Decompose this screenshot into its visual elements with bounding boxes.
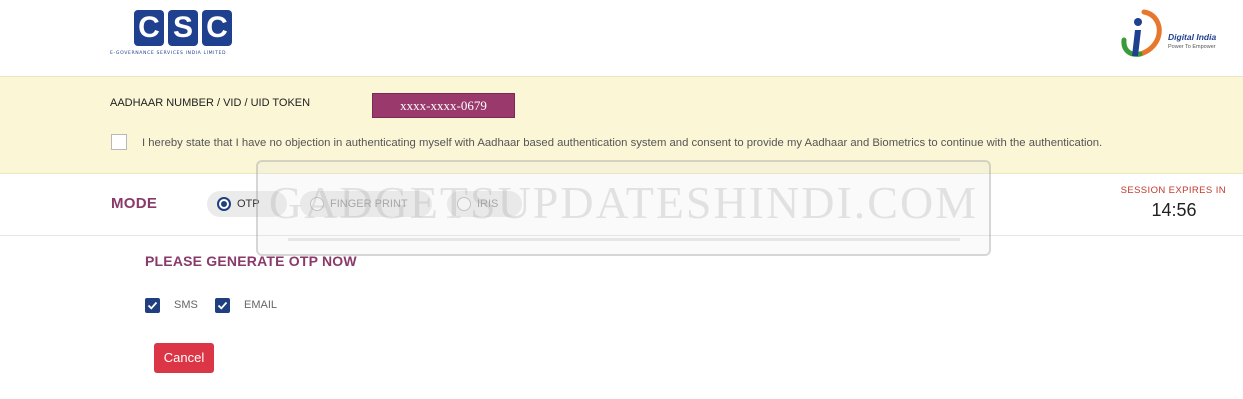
otp-heading: PLEASE GENERATE OTP NOW — [145, 253, 357, 269]
radio-selected-icon[interactable] — [217, 197, 231, 211]
mode-option-fingerprint[interactable]: FINGER PRINT — [300, 191, 432, 217]
email-label: EMAIL — [244, 299, 278, 311]
page-header: C S C e-Governance Services India Limite… — [0, 0, 1243, 76]
consent-text: I hereby state that I have no objection … — [142, 137, 1103, 149]
session-expiry-label: SESSION EXPIRES IN — [1120, 185, 1226, 196]
mode-option-label: IRIS — [477, 198, 499, 210]
radio-unselected-icon[interactable] — [457, 197, 471, 211]
watermark-underline — [288, 238, 960, 241]
csc-logo-letter: C — [202, 10, 232, 46]
checkmark-icon — [147, 301, 158, 310]
mode-option-label: FINGER PRINT — [330, 198, 408, 210]
sms-checkbox[interactable] — [145, 298, 160, 313]
cancel-button[interactable]: Cancel — [154, 343, 214, 373]
mode-label: MODE — [111, 195, 158, 212]
aadhaar-section: AADHAAR NUMBER / VID / UID TOKEN xxxx-xx… — [0, 76, 1243, 174]
email-checkbox[interactable] — [215, 298, 230, 313]
consent-checkbox[interactable] — [111, 134, 127, 150]
checkmark-icon — [217, 301, 228, 310]
aadhaar-label: AADHAAR NUMBER / VID / UID TOKEN — [110, 97, 311, 109]
csc-logo-letter: S — [168, 10, 198, 46]
digital-india-tagline: Power To Empower — [1168, 44, 1216, 50]
sms-label: SMS — [174, 299, 198, 311]
csc-logo-subtitle: e-Governance Services India Limited — [110, 51, 227, 56]
mode-option-iris[interactable]: IRIS — [447, 191, 522, 217]
digital-india-emblem-icon — [1121, 9, 1162, 57]
mode-section: MODE OTP FINGER PRINT IRIS SESSION EXPIR… — [0, 175, 1243, 236]
mode-option-label: OTP — [237, 198, 260, 210]
csc-logo-letter: C — [134, 10, 164, 46]
mode-option-otp[interactable]: OTP — [207, 191, 287, 217]
digital-india-logo: Digital India Power To Empower — [1118, 8, 1230, 66]
csc-logo-letters: C S C — [134, 10, 235, 46]
aadhaar-number-field[interactable]: xxxx-xxxx-0679 — [372, 93, 515, 118]
digital-india-title: Digital India — [1168, 32, 1217, 42]
radio-unselected-icon[interactable] — [310, 197, 324, 211]
session-timer: 14:56 — [1151, 200, 1197, 220]
csc-logo: C S C e-Governance Services India Limite… — [110, 10, 235, 60]
